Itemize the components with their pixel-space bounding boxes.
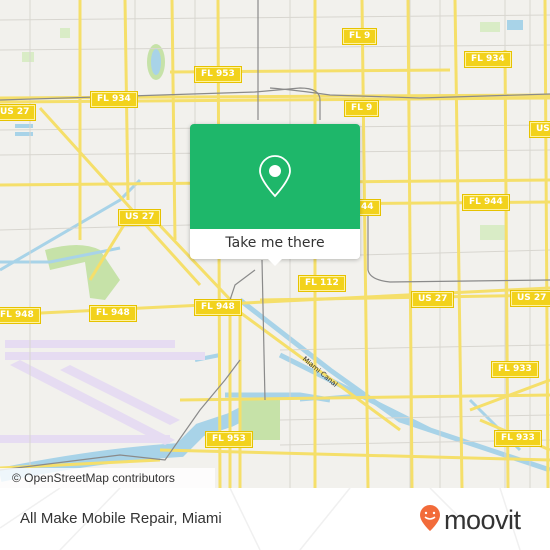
route-shield-fl933-upper: FL 933 (492, 362, 538, 377)
route-shield-fl948-right: FL 948 (195, 300, 241, 315)
place-name: All Make Mobile Repair, Miami (20, 510, 222, 527)
route-shield-us27-lower: US 27 (412, 292, 454, 307)
route-shield-fl934-left: FL 934 (91, 92, 137, 107)
map[interactable]: FL 9 FL 953 FL 934 FL 934 US 27 FL 9 US … (0, 0, 550, 488)
route-shield-us-right: US (530, 122, 550, 137)
route-shield-fl944: FL 944 (463, 195, 509, 210)
route-shield-fl9-mid: FL 9 (345, 101, 379, 116)
route-shield-us27-mid: US 27 (119, 210, 161, 225)
route-shield-fl933-lower: FL 933 (495, 431, 541, 446)
route-shield-us27-topleft: US 27 (0, 105, 36, 120)
moovit-smile-pin-icon (419, 504, 441, 536)
route-shield-fl948-left: FL 948 (0, 308, 40, 323)
footer: All Make Mobile Repair, Miami moovit (0, 488, 550, 550)
route-shield-fl953-bottom: FL 953 (206, 432, 252, 447)
moovit-logo-text: moovit (444, 505, 521, 535)
popup-header (190, 124, 360, 229)
moovit-logo[interactable]: moovit (419, 505, 521, 535)
map-attribution[interactable]: © OpenStreetMap contributors (0, 468, 215, 488)
route-shield-fl9-top: FL 9 (343, 29, 377, 44)
route-shield-fl112: FL 112 (299, 276, 345, 291)
route-shield-us27-right: US 27 (511, 291, 550, 306)
location-popup: Take me there (190, 124, 360, 266)
route-shield-fl948-mid: FL 948 (90, 306, 136, 321)
take-me-there-button[interactable]: Take me there (190, 229, 360, 259)
route-shield-fl934-right: FL 934 (465, 52, 511, 67)
popup-pointer (266, 257, 284, 266)
route-shield-fl953-top: FL 953 (195, 67, 241, 82)
